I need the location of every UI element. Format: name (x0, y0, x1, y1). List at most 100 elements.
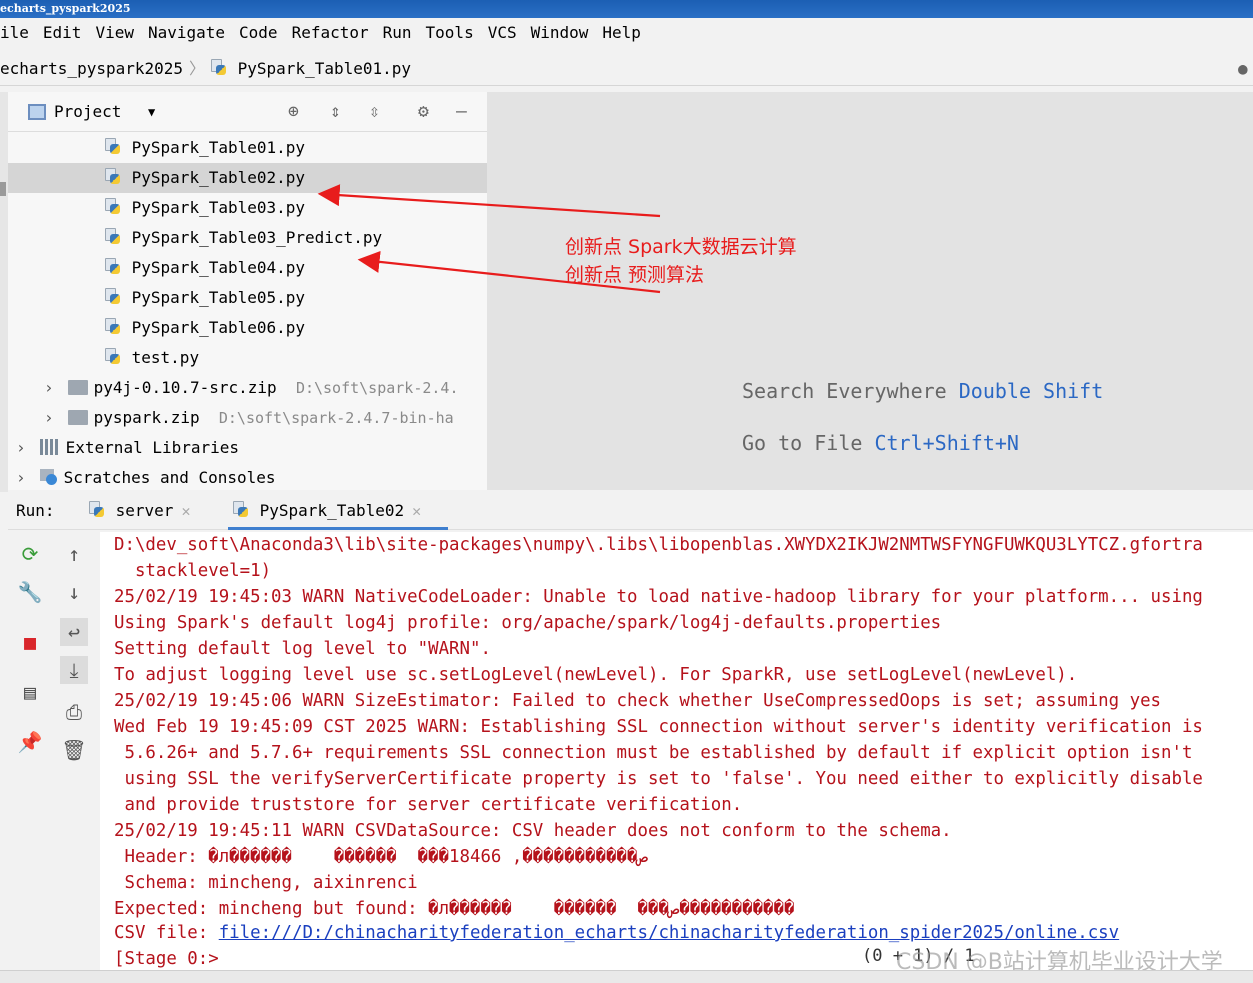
hint-label: Search Everywhere (742, 379, 947, 403)
run-tab-pyspark-table02[interactable]: PySpark_Table02 ✕ (232, 494, 421, 528)
gear-icon[interactable]: ⚙ (418, 92, 429, 132)
locate-icon[interactable]: ⊕ (288, 92, 299, 132)
scratches-label: Scratches and Consoles (63, 468, 276, 487)
python-run-icon (88, 501, 106, 519)
project-panel-title[interactable]: Project (54, 92, 121, 132)
status-bar (0, 970, 1253, 983)
chevron-right-icon[interactable]: › (16, 433, 30, 463)
menu-item-help[interactable]: Help (602, 23, 641, 42)
menu-item-edit[interactable]: Edit (43, 23, 82, 42)
tree-item-file[interactable]: PySpark_Table02.py (8, 163, 487, 193)
zip-path: D:\soft\spark-2.4.7-bin-ha (218, 409, 454, 427)
project-panel-header: Project ▼ ⊕ ⇕ ⇳ ⚙ — (8, 92, 487, 132)
run-console[interactable]: CSV file: file:///D:/chinacharityfederat… (100, 532, 1253, 970)
tree-item-file[interactable]: PySpark_Table03.py (8, 193, 487, 223)
python-file-icon (104, 348, 122, 366)
csv-file-line: CSV file: file:///D:/chinacharityfederat… (114, 920, 1119, 946)
menu-item-code[interactable]: Code (239, 23, 278, 42)
project-folder-icon (28, 104, 46, 120)
print-icon[interactable]: ⎙ (60, 698, 88, 726)
menu-item-run[interactable]: Run (383, 23, 412, 42)
console-line: and provide truststore for server certif… (114, 795, 743, 815)
tree-item-file[interactable]: PySpark_Table05.py (8, 283, 487, 313)
zip-archive-icon (67, 410, 88, 425)
breadcrumb-separator-icon: 〉 (189, 59, 206, 78)
menu-item-view[interactable]: View (95, 23, 134, 42)
console-line: 5.6.26+ and 5.7.6+ requirements SSL conn… (114, 743, 1193, 763)
menu-item-vcs[interactable]: VCS (488, 23, 517, 42)
console-line: stacklevel=1) (114, 561, 272, 581)
menu-item-refactor[interactable]: Refactor (292, 23, 369, 42)
arrow-up-icon[interactable]: ↑ (60, 540, 88, 568)
breadcrumb-project[interactable]: echarts_pyspark2025 (0, 52, 183, 86)
stop-icon[interactable]: ■ (16, 628, 44, 656)
zip-name: py4j-0.10.7-src.zip (93, 378, 277, 397)
menu-item-window[interactable]: Window (531, 23, 589, 42)
console-line: 25/02/19 19:45:03 WARN NativeCodeLoader:… (114, 587, 1203, 607)
soft-wrap-icon[interactable]: ↩ (60, 618, 88, 646)
tree-item-external-libraries[interactable]: › External Libraries (16, 433, 239, 463)
tool-window-strip (0, 92, 8, 492)
python-file-icon (104, 138, 122, 156)
collapse-all-icon[interactable]: ⇳ (369, 92, 380, 132)
arrow-down-icon[interactable]: ↓ (60, 578, 88, 606)
menu-item-tools[interactable]: Tools (426, 23, 474, 42)
tree-item-pyspark-zip[interactable]: › pyspark.zip D:\soft\spark-2.4.7-bin-ha (44, 403, 487, 433)
console-line: [Stage 0:> (114, 949, 219, 969)
layout-icon[interactable]: ▤ (16, 678, 44, 706)
run-label: Run: (16, 501, 55, 520)
console-line: Header: �л������ ������ ���18466 ,������… (114, 847, 648, 867)
run-toolbar: ⟳ ↑ 🔧 ↓ ↩ ■ ⤓ ▤ ⎙ 📌 🗑 (8, 532, 100, 970)
run-tab-server[interactable]: server ✕ (88, 494, 190, 528)
console-line: 25/02/19 19:45:11 WARN CSVDataSource: CS… (114, 821, 952, 841)
run-tab-label: PySpark_Table02 (259, 501, 405, 520)
menu-item-ile[interactable]: ile (0, 23, 29, 42)
pin-icon[interactable]: 📌 (16, 728, 44, 756)
search-everywhere-hint: Search Everywhere Double Shift (742, 379, 1103, 403)
expand-all-icon[interactable]: ⇕ (330, 92, 341, 132)
run-tool-window-header: Run: server ✕ PySpark_Table02 ✕ (8, 494, 1253, 530)
chevron-down-icon[interactable]: ▼ (148, 92, 155, 132)
python-file-icon (210, 59, 228, 77)
file-name: PySpark_Table01.py (131, 138, 306, 157)
active-tab-indicator (228, 527, 448, 530)
chevron-right-icon[interactable]: › (44, 403, 58, 433)
csv-file-label: CSV file: (114, 923, 219, 943)
zip-archive-icon (67, 380, 88, 395)
wrench-icon[interactable]: 🔧 (16, 578, 44, 606)
console-line: using SSL the verifyServerCertificate pr… (114, 769, 1203, 789)
annotation-line-1: 创新点 Spark大数据云计算 (565, 236, 797, 258)
tree-item-file[interactable]: test.py (8, 343, 487, 373)
tree-item-file[interactable]: PySpark_Table04.py (8, 253, 487, 283)
breadcrumb-file[interactable]: PySpark_Table01.py (210, 52, 411, 86)
console-line: Expected: mincheng but found: �л������ �… (114, 899, 795, 919)
tree-item-file[interactable]: PySpark_Table03_Predict.py (8, 223, 487, 253)
close-icon[interactable]: ✕ (412, 502, 421, 520)
rerun-icon[interactable]: ⟳ (16, 540, 44, 568)
zip-path: D:\soft\spark-2.4. (295, 379, 459, 397)
editor-empty-area[interactable]: Search Everywhere Double Shift Go to Fil… (487, 92, 1253, 490)
user-icon[interactable]: ● (1238, 52, 1248, 86)
file-name: PySpark_Table02.py (131, 168, 306, 187)
file-name: test.py (131, 348, 200, 367)
zip-name: pyspark.zip (93, 408, 200, 427)
minimize-icon[interactable]: — (456, 92, 467, 132)
scroll-to-end-icon[interactable]: ⤓ (60, 656, 88, 684)
console-line: Wed Feb 19 19:45:09 CST 2025 WARN: Estab… (114, 717, 1203, 737)
go-to-file-hint: Go to File Ctrl+Shift+N (742, 431, 1019, 455)
trash-icon[interactable]: 🗑 (60, 736, 88, 764)
chevron-right-icon[interactable]: › (16, 463, 30, 493)
csv-file-link[interactable]: file:///D:/chinacharityfederation_echart… (219, 923, 1119, 943)
chevron-right-icon[interactable]: › (44, 373, 58, 403)
external-libraries-label: External Libraries (65, 438, 240, 457)
file-name: PySpark_Table03_Predict.py (131, 228, 383, 247)
python-file-icon (104, 258, 122, 276)
navigation-bar: echarts_pyspark2025 〉 PySpark_Table01.py… (0, 52, 1253, 86)
tree-item-py4j-zip[interactable]: › py4j-0.10.7-src.zip D:\soft\spark-2.4. (44, 373, 487, 403)
tree-item-file[interactable]: PySpark_Table01.py (8, 133, 487, 163)
tree-item-scratches[interactable]: › Scratches and Consoles (16, 463, 276, 493)
close-icon[interactable]: ✕ (181, 502, 190, 520)
window-title-bar: echarts_pyspark2025 (0, 0, 1253, 18)
menu-item-navigate[interactable]: Navigate (148, 23, 225, 42)
tree-item-file[interactable]: PySpark_Table06.py (8, 313, 487, 343)
